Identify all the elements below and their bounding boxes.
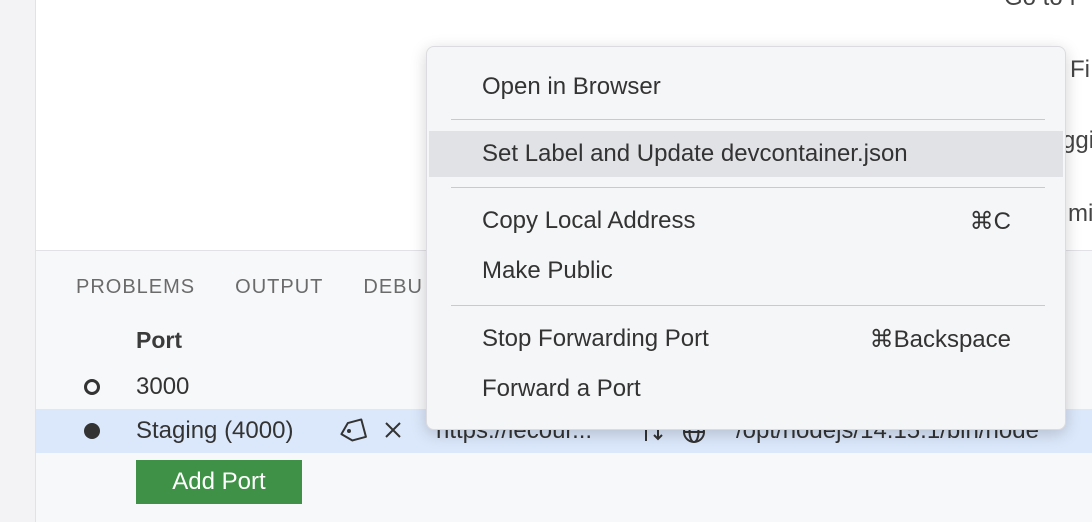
menu-item-label: Forward a Port bbox=[482, 375, 641, 402]
menu-item-stop-forwarding[interactable]: Stop Forwarding Port ⌘Backspace bbox=[429, 316, 1063, 362]
editor-text: Fi bbox=[1070, 56, 1090, 83]
editor-text: ggi bbox=[1062, 127, 1092, 154]
menu-item-label: Copy Local Address bbox=[482, 207, 696, 234]
tab-debug[interactable]: DEBU bbox=[363, 276, 423, 299]
menu-separator bbox=[451, 187, 1045, 188]
menu-item-shortcut: ⌘C bbox=[969, 207, 1011, 235]
add-port-button[interactable]: Add Port bbox=[136, 460, 302, 504]
menu-item-shortcut: ⌘Backspace bbox=[869, 325, 1011, 353]
menu-item-set-label[interactable]: Set Label and Update devcontainer.json bbox=[429, 131, 1063, 177]
port-status-icon bbox=[84, 423, 100, 439]
editor-text: mi bbox=[1068, 200, 1092, 227]
context-menu: Open in Browser Set Label and Update dev… bbox=[426, 46, 1066, 430]
menu-item-label: Stop Forwarding Port bbox=[482, 325, 709, 352]
close-icon[interactable] bbox=[382, 419, 404, 446]
panel-tabs: PROBLEMS OUTPUT DEBU bbox=[76, 276, 423, 299]
port-column-header[interactable]: Port bbox=[136, 327, 182, 354]
tab-problems[interactable]: PROBLEMS bbox=[76, 276, 195, 299]
menu-item-forward-a-port[interactable]: Forward a Port bbox=[429, 366, 1063, 412]
menu-separator bbox=[451, 119, 1045, 120]
activity-bar bbox=[0, 0, 36, 522]
menu-item-copy-local-address[interactable]: Copy Local Address ⌘C bbox=[429, 198, 1063, 244]
menu-separator bbox=[451, 305, 1045, 306]
menu-item-make-public[interactable]: Make Public bbox=[429, 248, 1063, 294]
menu-item-label: Make Public bbox=[482, 257, 613, 284]
port-label: Staging (4000) bbox=[136, 417, 294, 444]
port-label: 3000 bbox=[136, 373, 190, 400]
tab-output[interactable]: OUTPUT bbox=[235, 276, 323, 299]
menu-item-open-in-browser[interactable]: Open in Browser bbox=[429, 64, 1063, 110]
tag-icon[interactable] bbox=[337, 418, 369, 449]
port-status-icon bbox=[84, 379, 100, 395]
editor-text: Go to f bbox=[1004, 0, 1076, 12]
menu-item-label: Set Label and Update devcontainer.json bbox=[482, 140, 908, 167]
menu-item-label: Open in Browser bbox=[482, 73, 661, 100]
